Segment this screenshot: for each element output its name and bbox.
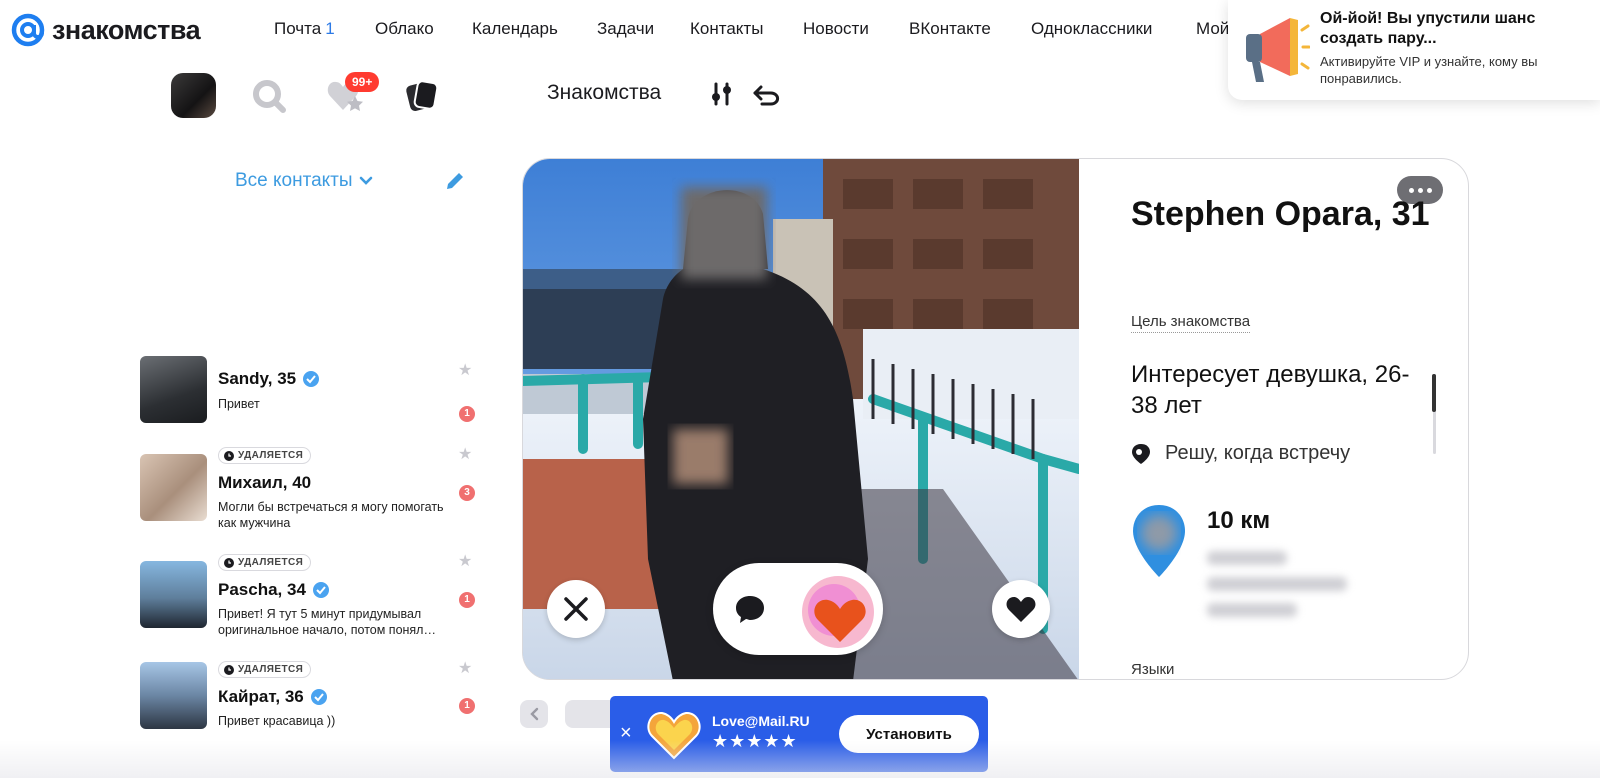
chevron-down-icon — [359, 176, 372, 185]
unread-count-badge: 1 — [459, 406, 475, 422]
verified-icon — [310, 689, 327, 705]
chat-bubble-icon — [736, 596, 764, 623]
location-pin-icon — [1132, 443, 1150, 464]
sliders-icon[interactable] — [710, 82, 734, 106]
distance-value: 10 км — [1207, 507, 1271, 534]
logo-text: знакомства — [52, 14, 201, 45]
contacts-filter-label: Все контакты — [235, 170, 353, 191]
nav-calendar[interactable]: Календарь — [472, 19, 558, 39]
deleting-tag-label: УДАЛЯЕТСЯ — [238, 664, 304, 675]
contact-name: Pascha, 34 — [218, 580, 306, 599]
contact-last-message: Привет красавица )) — [218, 714, 336, 728]
contact-name-row: Михаил, 40 — [218, 473, 311, 493]
cards-icon[interactable] — [404, 78, 440, 114]
star-icon[interactable]: ★ — [458, 360, 472, 380]
deleting-tag-label: УДАЛЯЕТСЯ — [238, 450, 304, 461]
profile-name: Stephen Opara, 31 — [1131, 195, 1430, 233]
unread-count-badge: 3 — [459, 485, 475, 501]
nav-odnoklassniki[interactable]: Одноклассники — [1031, 19, 1152, 39]
deleting-tag: УДАЛЯЕТСЯ — [218, 661, 312, 678]
pencil-icon[interactable] — [444, 170, 466, 192]
likes-count-badge: 99+ — [345, 72, 380, 92]
unread-count-badge: 1 — [459, 592, 475, 608]
nav-tasks[interactable]: Задачи — [597, 19, 654, 39]
contact-item[interactable]: УДАЛЯЕТСЯ Михаил, 40 Могли бы встречатьс… — [140, 444, 480, 530]
contact-name-row: Sandy, 35 — [218, 369, 320, 389]
contact-item[interactable]: Sandy, 35 Привет ★ 1 — [140, 356, 480, 426]
dislike-button[interactable] — [547, 580, 605, 638]
star-icon[interactable]: ★ — [458, 658, 472, 678]
megaphone-icon — [1246, 18, 1310, 82]
contact-name-row: Pascha, 34 — [218, 580, 330, 600]
at-sign-icon — [11, 13, 45, 47]
app-install-banner: × Love@Mail.RU ★★★★★ Установить — [610, 696, 988, 772]
install-button[interactable]: Установить — [839, 715, 979, 753]
close-icon — [564, 597, 588, 621]
clock-icon — [224, 450, 234, 461]
previous-photo-button[interactable] — [520, 700, 548, 728]
search-icon[interactable] — [250, 78, 288, 114]
logo[interactable]: знакомства — [10, 12, 201, 48]
notification-text: Активируйте VIP и узнайте, кому вы понра… — [1320, 54, 1538, 86]
contact-last-message: Могли бы встречаться я могу помогать как… — [218, 500, 444, 530]
nav-mail[interactable]: Почта 1 — [274, 19, 335, 39]
clock-icon — [224, 557, 234, 568]
meeting-row: Решу, когда встречу — [1131, 442, 1350, 465]
profile-details: Stephen Opara, 31 Цель знакомства Интере… — [1079, 159, 1468, 679]
app-heart-icon — [647, 712, 701, 760]
my-avatar[interactable] — [171, 73, 216, 118]
super-heart-icon — [802, 576, 874, 648]
meeting-text: Решу, когда встречу — [1165, 442, 1351, 464]
nav-my[interactable]: Мой — [1196, 19, 1229, 39]
contact-last-message: Привет — [218, 397, 260, 411]
contact-name: Sandy, 35 — [218, 369, 297, 388]
contact-avatar — [140, 662, 207, 729]
languages-label: Языки — [1131, 661, 1175, 678]
contacts-filter-dropdown[interactable]: Все контакты — [235, 170, 373, 192]
notification-title: Ой-йой! Вы упустили шанс создать пару... — [1320, 10, 1536, 47]
verified-icon — [303, 371, 320, 387]
contact-last-message: Привет! Я тут 5 минут придумывал оригина… — [218, 607, 436, 637]
undo-icon[interactable] — [752, 84, 780, 106]
nav-mail-label: Почта — [274, 19, 322, 38]
scrollbar-thumb[interactable] — [1432, 374, 1436, 412]
star-icon[interactable]: ★ — [458, 444, 472, 464]
redacted-location — [1207, 551, 1287, 565]
nav-contacts[interactable]: Контакты — [690, 19, 763, 39]
goal-value: Интересует девушка, 26-38 лет — [1131, 361, 1410, 419]
super-like-button[interactable] — [800, 574, 876, 650]
close-icon[interactable]: × — [620, 722, 632, 745]
app-title: Love@Mail.RU — [712, 713, 810, 729]
heart-icon — [1006, 597, 1036, 622]
like-button[interactable] — [992, 580, 1050, 638]
nav-vkontakte[interactable]: ВКонтакте — [909, 19, 991, 39]
deleting-tag-label: УДАЛЯЕТСЯ — [238, 557, 304, 568]
unread-count-badge: 1 — [459, 698, 475, 714]
verified-icon — [312, 582, 329, 598]
contact-item[interactable]: УДАЛЯЕТСЯ Кайрат, 36 Привет красавица ))… — [140, 660, 480, 735]
nav-mail-count: 1 — [325, 19, 335, 38]
distance-avatar — [1133, 505, 1185, 577]
redacted-location — [1207, 603, 1297, 617]
vip-notification[interactable]: Ой-йой! Вы упустили шанс создать пару...… — [1228, 0, 1600, 100]
contact-avatar — [140, 454, 207, 521]
app-rating: ★★★★★ — [712, 731, 798, 751]
deleting-tag: УДАЛЯЕТСЯ — [218, 554, 312, 571]
contact-name-row: Кайрат, 36 — [218, 687, 328, 707]
redacted-location — [1207, 577, 1347, 591]
nav-news[interactable]: Новости — [803, 19, 869, 39]
goal-label: Цель знакомства — [1131, 313, 1251, 333]
contact-avatar — [140, 356, 207, 423]
chevron-left-icon — [530, 707, 539, 721]
page-title: Знакомства — [547, 81, 662, 104]
chat-button[interactable] — [733, 592, 767, 626]
contact-name: Кайрат, 36 — [218, 687, 304, 706]
contact-avatar — [140, 561, 207, 628]
star-icon[interactable]: ★ — [458, 551, 472, 571]
deleting-tag: УДАЛЯЕТСЯ — [218, 447, 312, 464]
nav-cloud[interactable]: Облако — [375, 19, 434, 39]
contact-item[interactable]: УДАЛЯЕТСЯ Pascha, 34 Привет! Я тут 5 мин… — [140, 551, 480, 637]
contact-name: Михаил, 40 — [218, 473, 312, 492]
clock-icon — [224, 664, 234, 675]
